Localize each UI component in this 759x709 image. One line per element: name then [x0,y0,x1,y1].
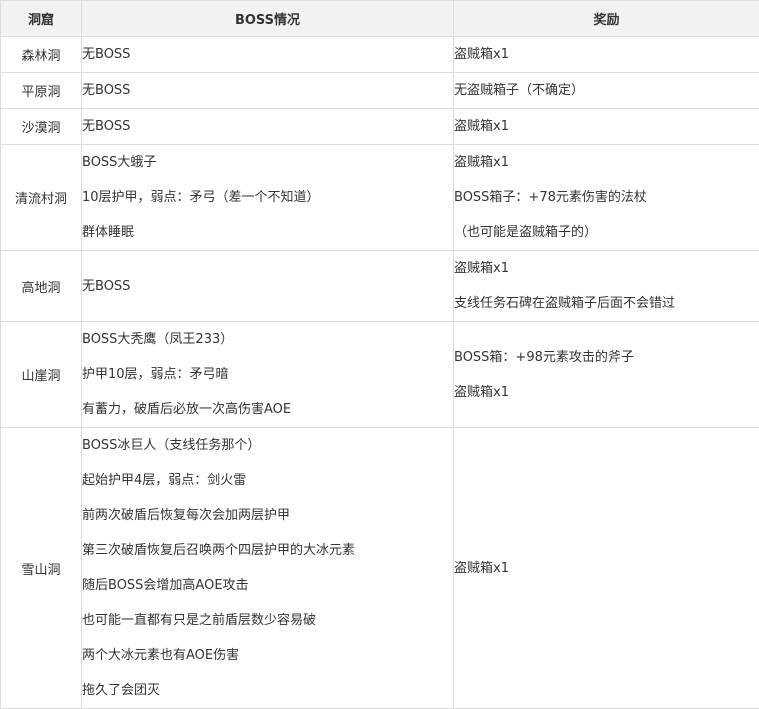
reward-line: 盗贼箱x1 [454,261,509,276]
reward-line: 无盗贼箱子（不确定） [454,83,585,98]
boss-info-cell: 无BOSS [81,36,454,73]
boss-info-line: 无BOSS [82,119,131,134]
boss-info-line: 起始护甲4层，弱点：剑火雷 [82,473,247,488]
boss-info-line: 第三次破盾恢复后召唤两个四层护甲的大冰元素 [82,543,356,558]
boss-info-line: BOSS大秃鹰（凤王233） [82,332,234,347]
boss-info-line: 随后BOSS会增加高AOE攻击 [82,578,249,593]
boss-info-line: 10层护甲，弱点：矛弓（差一个不知道） [82,190,320,205]
reward-line: （也可能是盗贼箱子的） [454,225,598,240]
cave-name-cell: 森林洞 [0,36,82,73]
cave-name-cell: 平原洞 [0,72,82,109]
reward-line: 盗贼箱x1 [454,384,509,400]
cave-name-cell: 沙漠洞 [0,108,82,145]
boss-info-cell: 无BOSS [81,108,454,145]
cave-name-cell: 雪山洞 [0,427,82,709]
boss-info-line: 无BOSS [82,83,131,98]
boss-info-line: 护甲10层，弱点：矛弓暗 [82,367,229,382]
boss-info-line: 群体睡眠 [82,225,135,240]
boss-info-cell: 无BOSS [81,250,454,322]
boss-info-cell: 无BOSS [81,72,454,109]
reward-cell: 盗贼箱x1 [453,36,759,73]
boss-info-line: 拖久了会团灭 [82,683,161,698]
reward-cell: BOSS箱：+98元素攻击的斧子 盗贼箱x1 [453,321,759,428]
reward-line: 盗贼箱x1 [454,560,509,576]
boss-info-line: 前两次破盾后恢复每次会加两层护甲 [82,508,291,523]
reward-cell: 盗贼箱x1 [453,108,759,145]
cave-name-cell: 山崖洞 [0,321,82,428]
reward-line: 盗贼箱x1 [454,119,509,134]
boss-info-cell: BOSS大蛾子 10层护甲，弱点：矛弓（差一个不知道） 群体睡眠 [81,144,454,251]
table-row: 山崖洞 BOSS大秃鹰（凤王233） 护甲10层，弱点：矛弓暗有蓄力，破盾后必放一次… [0,321,759,428]
boss-info-line: 无BOSS [82,47,131,62]
boss-info-line: 两个大冰元素也有AOE伤害 [82,648,240,663]
reward-cell: 无盗贼箱子（不确定） [453,72,759,109]
reward-cell: 盗贼箱x1 支线任务石碑在盗贼箱子后面不会错过 [453,250,759,322]
cave-table: 洞窟 BOSS情况 奖励 森林洞 无BOSS 盗贼箱x1 平原洞 无BOSS 无盗贼箱子（… [0,0,759,709]
boss-info-line: BOSS大蛾子 [82,155,157,170]
header-reward: 奖励 [453,0,759,37]
reward-line: 支线任务石碑在盗贼箱子后面不会错过 [454,296,676,311]
table-header: 洞窟 BOSS情况 奖励 [0,0,759,37]
table-row: 森林洞 无BOSS 盗贼箱x1 [0,36,759,73]
reward-line: 盗贼箱x1 [454,47,509,62]
boss-info-line: 无BOSS [82,278,131,294]
table-row: 清流村洞 BOSS大蛾子 10层护甲，弱点：矛弓（差一个不知道） 群体睡眠 盗贼箱x1 B… [0,144,759,251]
cave-name-cell: 高地洞 [0,250,82,322]
table-body: 森林洞 无BOSS 盗贼箱x1 平原洞 无BOSS 无盗贼箱子（不确定） 沙漠洞 无BOSS 盗… [0,36,759,709]
boss-info-cell: BOSS冰巨人（支线任务那个） 起始护甲4层，弱点：剑火雷前两次破盾后恢复每次会加… [81,427,454,709]
reward-line: BOSS箱：+98元素攻击的斧子 [454,349,634,365]
table-row: 雪山洞 BOSS冰巨人（支线任务那个） 起始护甲4层，弱点：剑火雷前两次破盾后恢复每… [0,427,759,709]
reward-cell: 盗贼箱x1 [453,427,759,709]
header-cave: 洞窟 [0,0,82,37]
table-row: 平原洞 无BOSS 无盗贼箱子（不确定） [0,72,759,109]
table-row: 沙漠洞 无BOSS 盗贼箱x1 [0,108,759,145]
boss-info-line: 也可能一直都有只是之前盾层数少容易破 [82,613,317,628]
table-row: 高地洞 无BOSS 盗贼箱x1 支线任务石碑在盗贼箱子后面不会错过 [0,250,759,322]
header-boss: BOSS情况 [81,0,454,37]
boss-info-cell: BOSS大秃鹰（凤王233） 护甲10层，弱点：矛弓暗有蓄力，破盾后必放一次高伤害… [81,321,454,428]
header-row: 洞窟 BOSS情况 奖励 [0,0,759,37]
boss-info-line: BOSS冰巨人（支线任务那个） [82,438,261,453]
boss-info-line: 有蓄力，破盾后必放一次高伤害AOE [82,402,292,417]
reward-line: 盗贼箱x1 [454,155,509,170]
reward-cell: 盗贼箱x1 BOSS箱子：+78元素伤害的法杖 （也可能是盗贼箱子的） [453,144,759,251]
reward-line: BOSS箱子：+78元素伤害的法杖 [454,190,647,205]
cave-name-cell: 清流村洞 [0,144,82,251]
